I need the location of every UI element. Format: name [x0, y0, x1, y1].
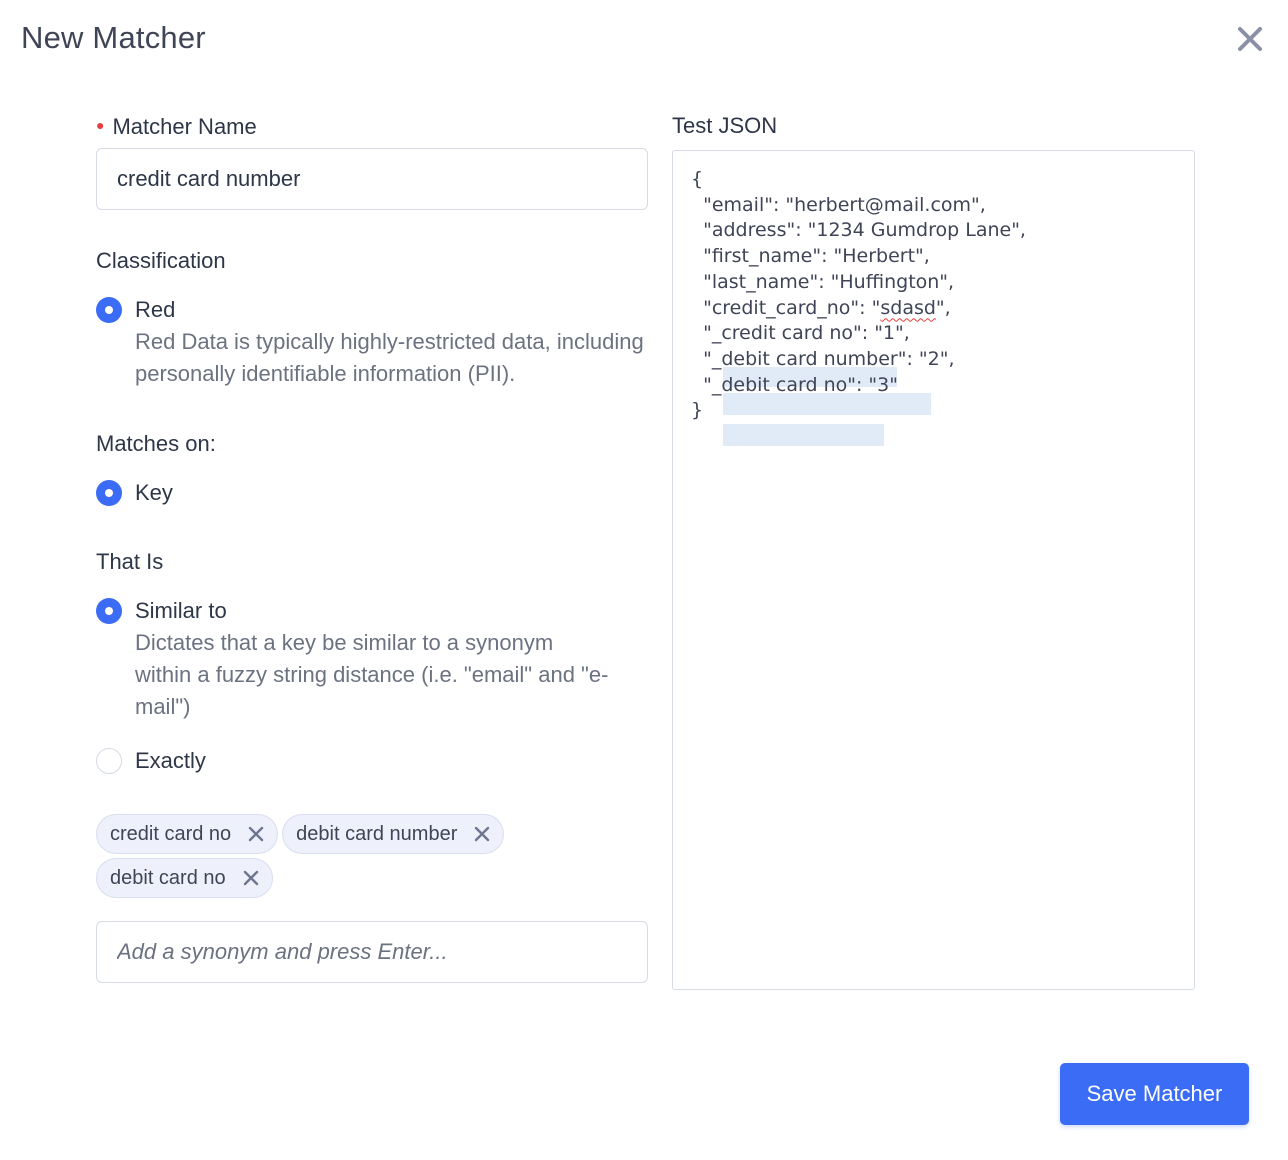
json-line: "credit_card_no": "sdasd", [691, 296, 951, 319]
matcher-name-label: ● Matcher Name [96, 112, 648, 142]
radio-checked-icon[interactable] [96, 297, 122, 323]
json-line: "address": "1234 Gumdrop Lane", [691, 219, 1026, 242]
selection-highlight [723, 424, 884, 446]
that-is-title: That Is [96, 549, 164, 574]
json-line: "_credit card no": "1", [691, 322, 910, 345]
required-indicator: ● [96, 117, 105, 133]
remove-chip-icon[interactable] [247, 825, 265, 843]
synonym-chip-label: debit card no [110, 866, 226, 889]
matcher-form: ● Matcher Name Classification Red Red Da… [96, 112, 648, 983]
save-matcher-button[interactable]: Save Matcher [1060, 1063, 1249, 1125]
classification-title: Classification [96, 248, 226, 273]
that-is-option-similar[interactable]: Similar to Dictates that a key be simila… [96, 598, 648, 723]
json-line: "last_name": "Huffington", [691, 270, 955, 293]
matcher-name-input[interactable] [96, 148, 648, 210]
synonym-chip: credit card no [96, 814, 279, 854]
synonym-input[interactable] [96, 921, 648, 983]
classification-option-red[interactable]: Red Red Data is typically highly-restric… [96, 297, 648, 390]
json-line: "_debit card no": "3" [691, 373, 898, 396]
close-icon[interactable] [1233, 22, 1267, 56]
synonym-chip: debit card no [96, 858, 273, 898]
matcher-name-label-text: Matcher Name [112, 114, 257, 139]
radio-description: Red Data is typically highly-restricted … [135, 329, 644, 386]
radio-label: Exactly [135, 748, 206, 773]
remove-chip-icon[interactable] [242, 869, 260, 887]
json-line: "first_name": "Herbert", [691, 245, 930, 268]
test-json-editor[interactable]: { "email": "herbert@mail.com", "address"… [672, 150, 1195, 990]
remove-chip-icon[interactable] [473, 825, 491, 843]
radio-label: Key [135, 480, 173, 505]
radio-label: Red [135, 297, 176, 322]
synonym-chip: debit card number [282, 814, 505, 854]
spelling-error: sdasd [880, 296, 936, 319]
test-json-content: { "email": "herbert@mail.com", "address"… [691, 167, 1176, 424]
radio-checked-icon[interactable] [96, 480, 122, 506]
json-line: "_debit card number": "2", [691, 347, 955, 370]
test-json-panel: Test JSON { "email": "herbert@mail.com",… [672, 112, 1195, 990]
radio-unchecked-icon[interactable] [96, 748, 122, 774]
matches-on-title: Matches on: [96, 431, 216, 456]
modal-title: New Matcher [21, 20, 206, 55]
test-json-label: Test JSON [672, 113, 778, 138]
matches-on-option-key[interactable]: Key [96, 480, 648, 506]
radio-label: Similar to [135, 598, 227, 623]
that-is-option-exactly[interactable]: Exactly [96, 748, 648, 774]
json-line: "email": "herbert@mail.com", [691, 193, 986, 216]
radio-description: Dictates that a key be similar to a syno… [135, 630, 609, 719]
synonym-chip-label: credit card no [110, 822, 232, 845]
synonym-chip-label: debit card number [296, 822, 458, 845]
synonym-chips: credit card no debit card number debit c… [96, 814, 648, 898]
json-line: { [691, 168, 704, 190]
radio-checked-icon[interactable] [96, 598, 122, 624]
json-line: } [691, 399, 704, 422]
